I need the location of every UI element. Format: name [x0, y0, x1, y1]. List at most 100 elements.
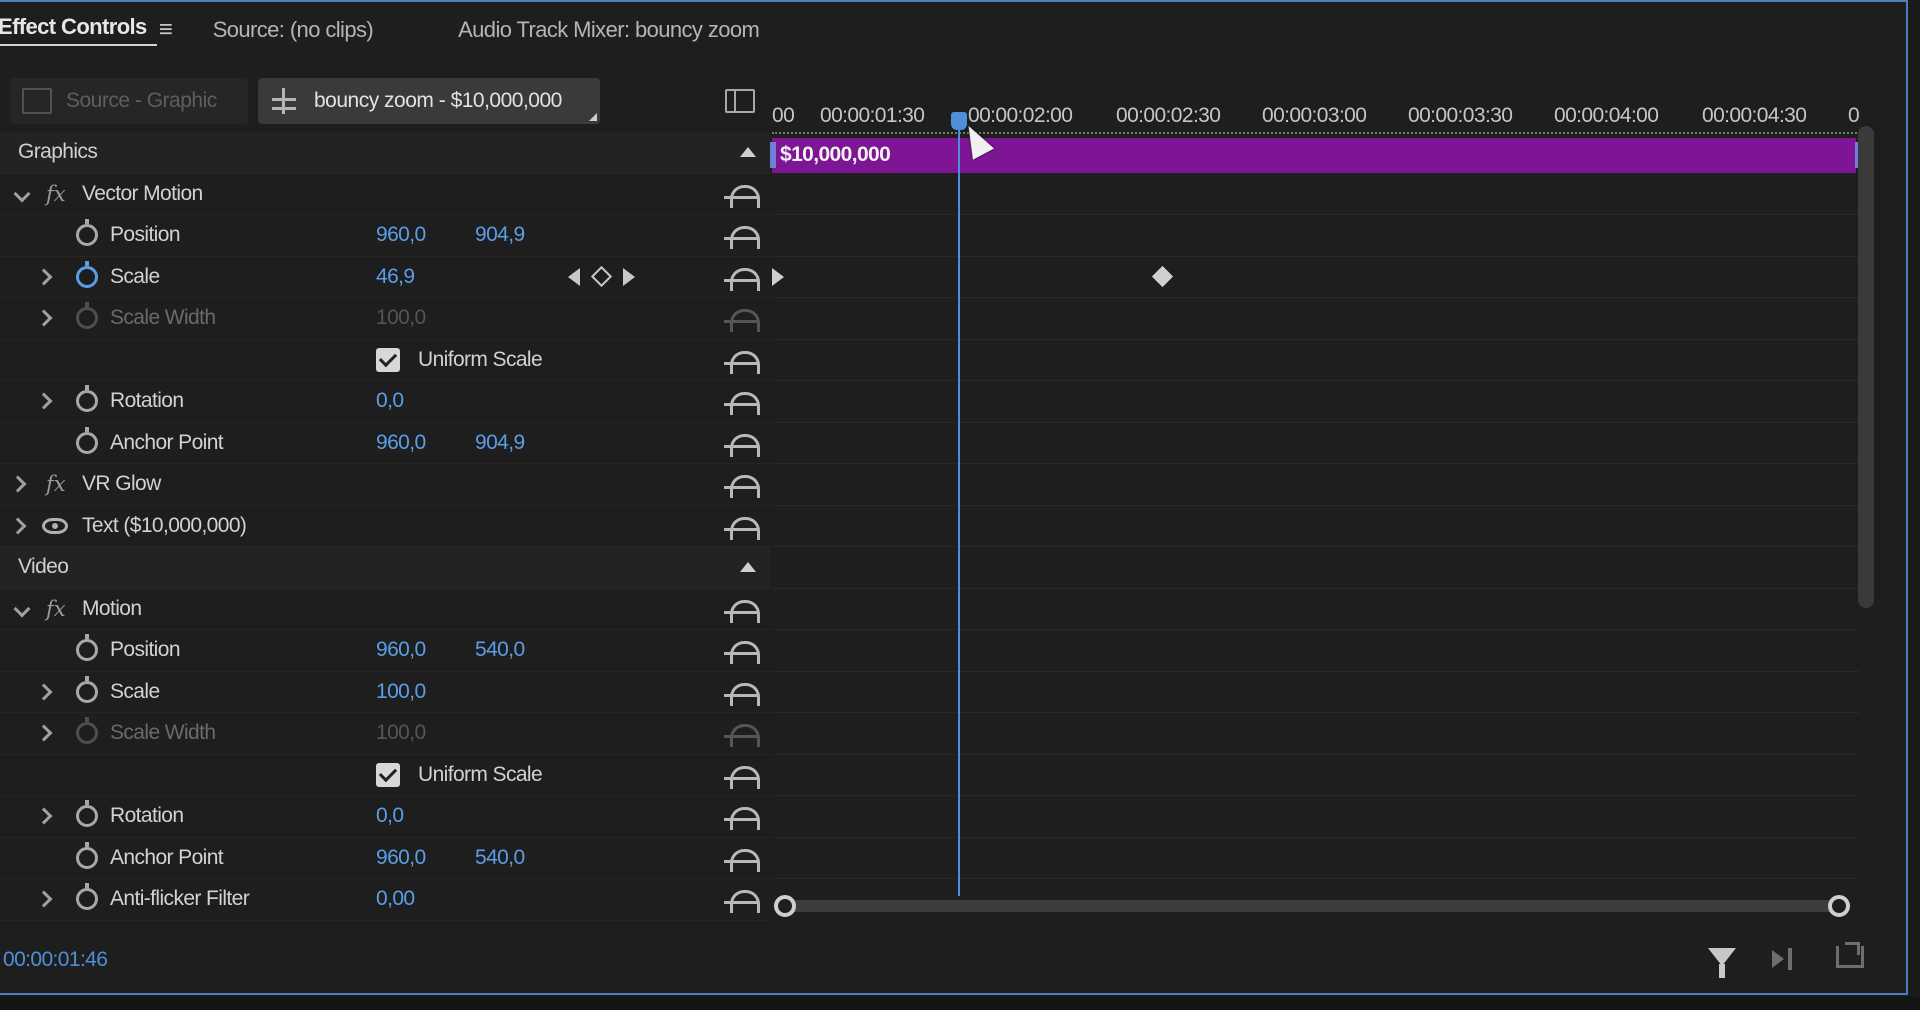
stopwatch-icon[interactable] — [76, 841, 98, 869]
sequence-clip-button[interactable]: bouncy zoom - $10,000,000 — [258, 78, 600, 124]
position-y-value[interactable]: 540,0 — [475, 638, 525, 662]
position-y-value[interactable]: 904,9 — [475, 223, 525, 247]
stopwatch-icon[interactable] — [76, 260, 98, 288]
effect-vector-motion[interactable]: fx Vector Motion — [0, 174, 770, 215]
tab-audio-track-mixer[interactable]: Audio Track Mixer: bouncy zoom — [448, 17, 769, 43]
rotation-value[interactable]: 0,0 — [376, 389, 404, 413]
chevron-right-icon[interactable] — [35, 392, 53, 410]
reset-icon[interactable] — [724, 515, 760, 540]
uniform-scale-checkbox[interactable] — [376, 347, 400, 372]
clip-bar[interactable]: $10,000,000 — [770, 138, 1860, 173]
stopwatch-icon — [76, 302, 98, 330]
effect-motion[interactable]: fx Motion — [0, 589, 770, 630]
track-divider — [772, 712, 1860, 713]
effect-vr-glow[interactable]: fx VR Glow — [0, 464, 770, 506]
stopwatch-icon[interactable] — [76, 634, 98, 662]
track-divider — [772, 256, 1860, 257]
reset-icon[interactable] — [724, 390, 760, 416]
reset-icon[interactable] — [724, 224, 760, 250]
stopwatch-icon[interactable] — [76, 219, 98, 247]
next-keyframe-icon[interactable] — [623, 267, 635, 286]
stopwatch-icon[interactable] — [76, 385, 98, 413]
panel-toggle-icon[interactable] — [725, 89, 755, 113]
track-divider — [772, 546, 1860, 547]
section-label: Video — [18, 555, 69, 579]
ruler-tick-label: 0 — [1848, 104, 1860, 127]
reset-icon[interactable] — [724, 432, 760, 457]
scrollbar-track[interactable] — [784, 900, 1840, 912]
play-audio-icon[interactable] — [1772, 948, 1800, 970]
scale-value[interactable]: 100,0 — [376, 680, 426, 704]
source-clip-button[interactable]: Source - Graphic — [10, 78, 248, 124]
anchor-y-value[interactable]: 540,0 — [475, 846, 525, 870]
reset-icon[interactable] — [724, 349, 760, 374]
fx-icon[interactable]: fx — [46, 472, 66, 496]
filter-icon[interactable] — [1708, 948, 1736, 978]
scale-value[interactable]: 46,9 — [376, 265, 415, 289]
keyframe-marker[interactable] — [1151, 265, 1174, 288]
chevron-right-icon[interactable] — [35, 268, 53, 286]
chevron-right-icon[interactable] — [35, 683, 53, 701]
property-anti-flicker-filter: Anti-flicker Filter 0,00 — [0, 879, 770, 921]
reset-icon[interactable] — [724, 805, 760, 831]
tab-source[interactable]: Source: (no clips) — [203, 17, 383, 43]
vertical-scrollbar[interactable] — [1858, 126, 1874, 608]
checkbox-label: Uniform Scale — [418, 347, 543, 371]
offscreen-keyframe-icon — [772, 268, 784, 286]
reset-icon[interactable] — [724, 888, 760, 914]
fx-icon[interactable]: fx — [46, 597, 66, 621]
menu-icon[interactable]: ≡ — [159, 16, 173, 44]
stopwatch-icon[interactable] — [76, 426, 98, 454]
uniform-scale-checkbox[interactable] — [376, 762, 400, 787]
rotation-value[interactable]: 0,0 — [376, 804, 404, 828]
scrollbar-start-handle[interactable] — [774, 895, 796, 917]
reset-icon[interactable] — [724, 847, 760, 872]
export-icon[interactable] — [1836, 946, 1864, 968]
chevron-right-icon[interactable] — [9, 517, 27, 535]
position-x-value[interactable]: 960,0 — [376, 223, 426, 247]
current-timecode[interactable]: 00:00:01:46 — [3, 948, 108, 972]
reset-icon[interactable] — [724, 473, 760, 499]
collapse-up-icon[interactable] — [740, 147, 756, 158]
anti-flicker-value[interactable]: 0,00 — [376, 887, 415, 911]
layer-text[interactable]: Text ($10,000,000) — [0, 506, 770, 547]
property-scale: Scale 100,0 — [0, 672, 770, 713]
bottom-strip — [0, 997, 1920, 1010]
tab-effect-controls[interactable]: Effect Controls — [0, 14, 157, 46]
chevron-down-icon[interactable] — [13, 185, 31, 203]
position-x-value[interactable]: 960,0 — [376, 638, 426, 662]
add-keyframe-icon[interactable] — [590, 266, 613, 288]
reset-icon[interactable] — [724, 681, 760, 706]
previous-keyframe-icon[interactable] — [568, 267, 580, 286]
chevron-right-icon[interactable] — [35, 309, 53, 327]
stopwatch-icon[interactable] — [76, 675, 98, 703]
timeline-zoom-scrollbar[interactable] — [774, 895, 1850, 917]
time-ruler[interactable]: 00 00:00:01:30 00:00:02:00 00:00:02:30 0… — [772, 104, 1860, 134]
reset-icon[interactable] — [724, 639, 760, 665]
chevron-right-icon[interactable] — [35, 724, 53, 742]
track-divider — [772, 629, 1860, 630]
anchor-x-value[interactable]: 960,0 — [376, 431, 426, 455]
stopwatch-icon[interactable] — [76, 883, 98, 911]
scrollbar-end-handle[interactable] — [1828, 895, 1850, 917]
chevron-right-icon[interactable] — [35, 807, 53, 825]
anchor-x-value[interactable]: 960,0 — [376, 846, 426, 870]
property-scale: Scale 46,9 — [0, 257, 770, 298]
effect-timeline[interactable]: 00 00:00:01:30 00:00:02:00 00:00:02:30 0… — [770, 104, 1860, 914]
eye-icon[interactable] — [42, 517, 68, 534]
property-position: Position 960,0 904,9 — [0, 215, 770, 257]
reset-icon[interactable] — [724, 266, 760, 291]
reset-icon[interactable] — [724, 598, 760, 623]
collapse-up-icon[interactable] — [740, 562, 756, 573]
reset-icon[interactable] — [724, 764, 760, 789]
clip-in-marker — [770, 142, 776, 168]
effect-label: Vector Motion — [82, 181, 203, 205]
ruler-tick-label: 00:00:02:00 — [968, 104, 1073, 127]
reset-icon[interactable] — [724, 183, 760, 208]
chevron-right-icon[interactable] — [35, 890, 53, 908]
anchor-y-value[interactable]: 904,9 — [475, 431, 525, 455]
fx-icon[interactable]: fx — [46, 182, 66, 206]
stopwatch-icon[interactable] — [76, 800, 98, 828]
chevron-down-icon[interactable] — [13, 600, 31, 618]
chevron-right-icon[interactable] — [9, 475, 27, 493]
